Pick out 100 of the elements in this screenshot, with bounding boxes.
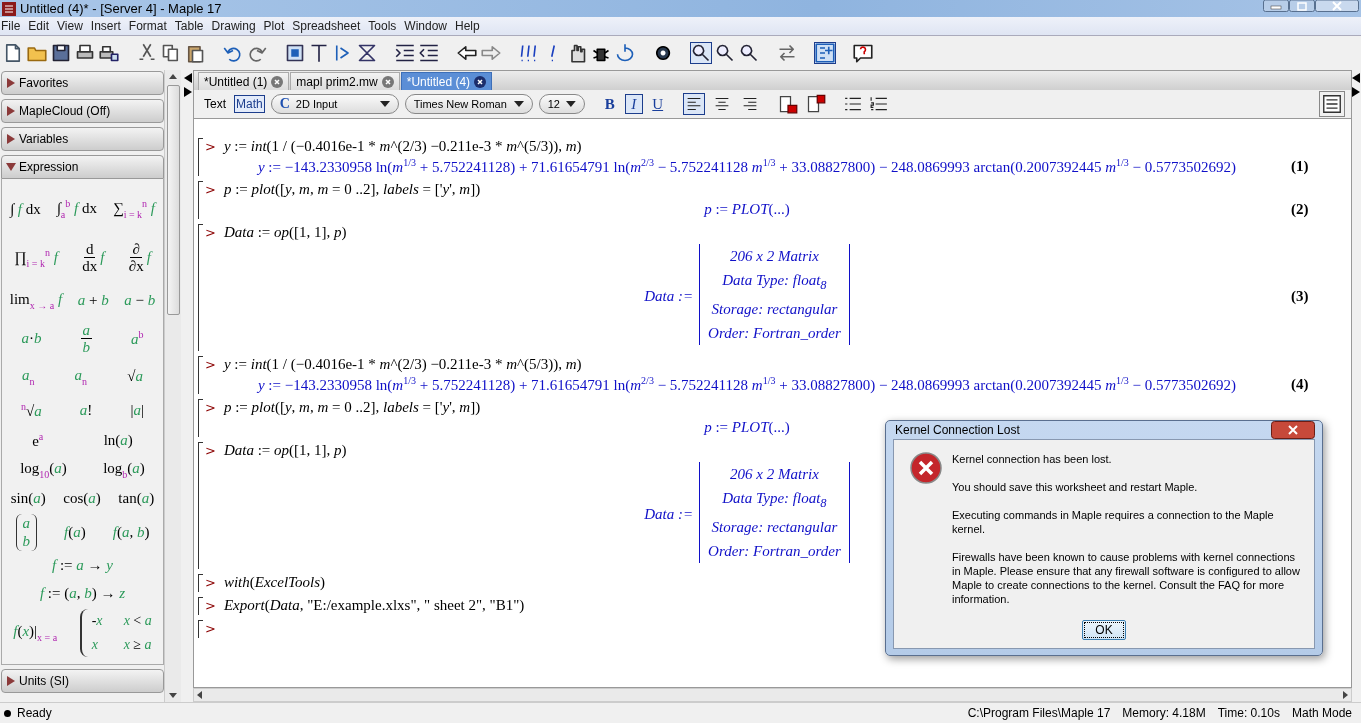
scrollbar[interactable] [164, 70, 181, 702]
math-output: Data := [644, 288, 694, 305]
align-left-icon[interactable] [682, 93, 705, 115]
menu-item[interactable]: Format [124, 19, 171, 33]
indent-icon[interactable] [394, 42, 416, 64]
outdent-icon[interactable] [418, 42, 440, 64]
input-mode-dropdown[interactable]: C 2D Input [270, 94, 399, 114]
palette-item[interactable]: √a [127, 368, 143, 385]
command-input[interactable]: p := plot([y, m, m = 0 ..2], labels = ['y', m]) [223, 180, 481, 198]
palette-item[interactable]: lim$_{x → a}$ f [9, 290, 63, 311]
palette-item[interactable]: |a| [130, 402, 144, 419]
command-input[interactable]: Export(Data, "E:/example.xlxs", " sheet 2", "B1") [223, 596, 525, 614]
command-input[interactable]: Data := op([1, 1], p) [223, 441, 347, 459]
menu-item[interactable]: Table [170, 19, 208, 33]
matrix-entry: Storage: rectangular [711, 300, 838, 319]
command-input[interactable]: with(ExcelTools) [223, 573, 326, 591]
sum-icon[interactable] [356, 42, 378, 64]
text-style-button[interactable]: I [624, 94, 643, 114]
palette-item[interactable]: f(a, b) [112, 523, 150, 541]
palette-item[interactable]: f(x)|$_{x = a}$ [13, 622, 58, 643]
minimize-icon[interactable] [1263, 0, 1289, 12]
palette-item[interactable]: f(a) [64, 523, 86, 541]
palette-item[interactable]: $^{n}$√a [21, 401, 42, 420]
palette-item[interactable]: -x x < a x x ≥ a [79, 608, 152, 657]
palette-item[interactable]: a − b [124, 292, 156, 310]
scroll-thumb[interactable] [166, 85, 180, 315]
matrix-entry: Data Type: float$_{8}$ [722, 489, 827, 512]
palette-item[interactable]: f := a → y [52, 557, 113, 575]
palette-header[interactable]: MapleCloud (Off) [1, 99, 164, 123]
palette-item[interactable]: log$_{10}$(a) [20, 459, 67, 480]
document-tab[interactable]: *Untitled (1) [198, 72, 290, 90]
palette-item[interactable]: log$_{b}$(a) [103, 459, 145, 480]
dropdown-arrow-icon [565, 101, 576, 107]
menu-item[interactable]: View [53, 19, 87, 33]
command-input[interactable]: y := int(1 / (−0.4016e-1 *m^(2/3) −0.211e-3 *m^(5/3)), m) [223, 355, 582, 373]
close-icon[interactable] [1271, 421, 1315, 439]
help-icon[interactable] [852, 42, 874, 64]
math-output: Data := [644, 506, 694, 523]
mode-toggle[interactable]: Text [202, 95, 228, 113]
close-icon[interactable] [474, 75, 487, 88]
zoom-icon[interactable] [738, 42, 760, 64]
save-icon[interactable] [50, 42, 72, 64]
scroll-left-icon[interactable] [197, 691, 202, 699]
palette-item[interactable]: a$_{n}$ [74, 366, 88, 387]
palette-item[interactable]: a! [79, 402, 93, 419]
menu-item[interactable]: Help [451, 19, 484, 33]
ok-button[interactable]: OK [1082, 620, 1126, 640]
execution-group-icon[interactable] [284, 42, 306, 64]
prompt-marker: > [204, 399, 216, 415]
font-size-dropdown[interactable]: 12 [538, 94, 585, 114]
palette-item[interactable]: cos(a) [63, 490, 101, 508]
scrollbar[interactable] [193, 688, 1352, 702]
matrix-entry: 206 x 2 Matrix [730, 247, 819, 266]
menu-item[interactable]: Tools [364, 19, 401, 33]
palette-item[interactable]: a$_{n}$ [22, 366, 35, 387]
zoom-icon[interactable] [714, 42, 736, 64]
status-text: Time: 0.10s [1216, 706, 1281, 720]
palette-item[interactable]: a + b [77, 292, 109, 310]
document-panel-icon[interactable] [1319, 91, 1345, 117]
palette-item[interactable]: ∫$_{a}$$^{b}$ f dx [56, 198, 97, 221]
expand-right-icon[interactable] [183, 87, 192, 97]
scroll-down-icon[interactable] [169, 693, 177, 698]
command-input[interactable]: p := plot([y, m, m = 0 ..2], labels = ['y', m]) [223, 398, 481, 416]
palette-header[interactable]: Favorites [1, 71, 164, 95]
palette-header[interactable]: Units (SI) [1, 669, 164, 693]
menu-item[interactable]: Drawing [207, 19, 260, 33]
zoom-icon[interactable] [690, 42, 712, 64]
status-dot [4, 709, 11, 717]
command-input[interactable]: y := int(1 / (−0.4016e-1 *m^(2/3) −0.211e-3 *m^(5/3)), m) [223, 137, 582, 155]
menu-item[interactable]: Plot [259, 19, 289, 33]
palette-item[interactable]: f := (a, b) → z [39, 585, 126, 603]
restore-icon[interactable] [1289, 0, 1315, 12]
font-dropdown[interactable]: Times New Roman [404, 94, 533, 114]
mode-toggle[interactable]: Math [234, 95, 265, 113]
document-tab[interactable]: mapl prim2.mw [290, 72, 400, 90]
text-style-button[interactable]: U [648, 94, 667, 114]
palette-header[interactable]: Expression [1, 155, 164, 179]
command-input[interactable]: Data := op([1, 1], p) [223, 223, 347, 241]
expand-right-icon[interactable] [1352, 87, 1360, 97]
restart-icon[interactable] [614, 42, 636, 64]
palette-item[interactable]: ∏$_{i = k}$$^{n}$ f [14, 246, 58, 269]
menu-item[interactable]: File [0, 19, 25, 33]
matrix-icon[interactable] [814, 42, 836, 64]
dropdown-arrow-icon [513, 101, 524, 107]
palette-item[interactable]: a$^{b}$ [131, 329, 144, 349]
palette-item[interactable]: sin(a) [10, 490, 46, 508]
palette-item[interactable]: ∫ f dx [10, 200, 41, 218]
text-style-button[interactable]: B [600, 94, 619, 114]
palette-item[interactable]: a·b [21, 330, 42, 348]
menu-item[interactable]: Insert [86, 19, 125, 33]
palette-item[interactable]: ∑$_{i = k}$$^{n}$ f [112, 198, 155, 221]
palette-item[interactable]: ln(a) [103, 432, 133, 450]
palette-item[interactable]: e$^{a}$ [32, 431, 44, 451]
menu-item[interactable]: Edit [24, 19, 54, 33]
palette-header[interactable]: Variables [1, 127, 164, 151]
menu-item[interactable]: Spreadsheet [288, 19, 365, 33]
scroll-right-icon[interactable] [1343, 691, 1348, 699]
palette-item[interactable]: tan(a) [118, 490, 155, 508]
scroll-up-icon[interactable] [169, 74, 177, 79]
menu-item[interactable]: Window [400, 19, 451, 33]
